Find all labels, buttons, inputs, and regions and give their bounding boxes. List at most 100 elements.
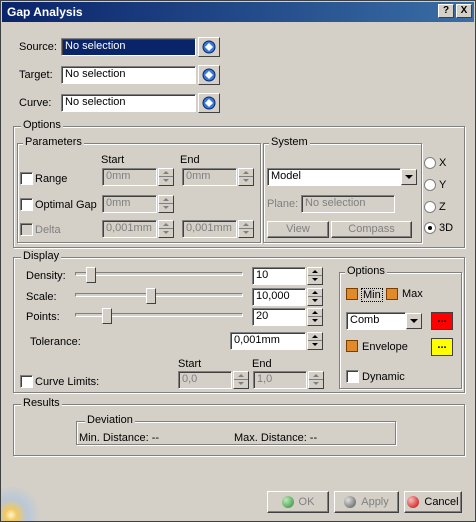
range-checkbox[interactable] <box>20 172 33 185</box>
envelope-color-button[interactable]: ... <box>431 338 453 356</box>
target-field[interactable]: No selection <box>61 66 196 84</box>
envelope-label: Envelope <box>362 341 408 353</box>
close-icon: X <box>460 5 468 16</box>
optimal-gap-checkbox[interactable] <box>20 198 33 211</box>
ok-label: OK <box>298 496 315 508</box>
tolerance-label: Tolerance: <box>30 336 81 348</box>
curve-limits-end-spinner[interactable] <box>308 371 324 389</box>
min-label: Min <box>361 288 383 302</box>
comb-combo[interactable]: Comb <box>346 312 406 330</box>
min-distance-text: Min. Distance: -- <box>79 432 160 444</box>
range-start-field[interactable]: 0mm <box>102 168 157 186</box>
curve-limits-start-header: Start <box>178 358 202 370</box>
decorative-corner <box>1 483 41 521</box>
selection-picker-icon <box>202 40 216 54</box>
axis-3d-label: 3D <box>439 222 454 234</box>
scale-slider-track[interactable] <box>75 293 243 297</box>
dynamic-label: Dynamic <box>362 371 405 383</box>
delta-checkbox[interactable] <box>20 223 33 236</box>
source-label: Source: <box>19 41 57 53</box>
density-label: Density: <box>26 270 66 282</box>
delta-label: Delta <box>35 224 61 236</box>
points-slider-track[interactable] <box>75 313 243 317</box>
axis-y-radio[interactable] <box>424 179 436 191</box>
scale-field[interactable]: 10,000 <box>252 288 306 306</box>
envelope-checkbox[interactable] <box>346 340 358 352</box>
ok-icon <box>281 496 294 509</box>
title-bar: Gap Analysis <box>2 2 474 22</box>
cancel-button[interactable]: Cancel <box>404 491 462 513</box>
ok-button[interactable]: OK <box>267 491 329 513</box>
optimal-gap-field[interactable]: 0mm <box>102 195 157 213</box>
system-type-dropdown-button[interactable] <box>401 169 417 185</box>
apply-button[interactable]: Apply <box>334 491 399 513</box>
parameters-end-header: End <box>180 154 200 166</box>
options-group-label: Options <box>21 119 63 131</box>
max-label: Max <box>402 288 423 300</box>
axis-x-radio[interactable] <box>424 157 436 169</box>
comb-color-button[interactable]: ... <box>431 312 453 330</box>
deviation-group-label: Deviation <box>85 414 135 426</box>
scale-spinner[interactable] <box>307 288 323 306</box>
points-label: Points: <box>26 311 60 323</box>
results-group-label: Results <box>21 397 62 409</box>
tolerance-spinner[interactable] <box>307 332 323 350</box>
points-field[interactable]: 20 <box>252 308 306 326</box>
close-button[interactable]: X <box>456 4 472 18</box>
help-icon: ? <box>442 5 450 16</box>
cancel-label: Cancel <box>424 496 459 508</box>
curve-label: Curve: <box>19 97 52 109</box>
display-options-label: Options <box>345 265 387 277</box>
comb-dropdown-button[interactable] <box>406 313 422 329</box>
min-checkbox[interactable] <box>346 288 358 300</box>
max-checkbox[interactable] <box>386 288 398 300</box>
axis-3d-radio[interactable] <box>424 222 436 234</box>
gap-analysis-dialog: Gap Analysis ? X Source: No selection Ta… <box>0 0 476 522</box>
delta-start-spinner[interactable] <box>158 220 174 238</box>
optimal-gap-label: Optimal Gap <box>35 199 97 211</box>
range-label: Range <box>35 173 68 185</box>
apply-label: Apply <box>361 496 389 508</box>
delta-end-field[interactable]: 0,001mm <box>182 220 237 238</box>
view-button[interactable]: View <box>267 221 329 238</box>
target-picker-button[interactable] <box>198 65 220 85</box>
system-group-label: System <box>269 136 310 148</box>
plane-field[interactable]: No selection <box>301 195 395 213</box>
density-slider-thumb[interactable] <box>86 267 97 283</box>
curve-limits-label: Curve Limits: <box>35 376 100 388</box>
cancel-icon <box>407 496 420 509</box>
points-slider-thumb[interactable] <box>101 308 112 324</box>
delta-start-field[interactable]: 0,001mm <box>102 220 157 238</box>
delta-end-spinner[interactable] <box>238 220 254 238</box>
compass-button[interactable]: Compass <box>331 221 412 238</box>
source-picker-button[interactable] <box>198 37 220 57</box>
curve-limits-end-header: End <box>252 358 272 370</box>
axis-z-label: Z <box>439 201 446 213</box>
source-field[interactable]: No selection <box>61 38 196 56</box>
optimal-gap-spinner[interactable] <box>158 195 174 213</box>
density-spinner[interactable] <box>307 267 323 285</box>
parameters-group-label: Parameters <box>23 136 84 148</box>
curve-picker-button[interactable] <box>198 93 220 113</box>
range-start-spinner[interactable] <box>158 168 174 186</box>
points-spinner[interactable] <box>307 308 323 326</box>
curve-limits-checkbox[interactable] <box>20 375 33 388</box>
range-end-field[interactable]: 0mm <box>182 168 237 186</box>
curve-limits-start-field[interactable]: 0,0 <box>178 371 232 389</box>
curve-limits-end-field[interactable]: 1,0 <box>253 371 307 389</box>
display-group-label: Display <box>21 250 62 262</box>
curve-field[interactable]: No selection <box>61 94 196 112</box>
parameters-start-header: Start <box>101 154 125 166</box>
help-button[interactable]: ? <box>438 4 454 18</box>
density-field[interactable]: 10 <box>252 267 306 285</box>
window-title: Gap Analysis <box>7 5 83 19</box>
axis-z-radio[interactable] <box>424 201 436 213</box>
tolerance-field[interactable]: 0,001mm <box>230 332 306 350</box>
scale-slider-thumb[interactable] <box>146 288 157 304</box>
range-end-spinner[interactable] <box>238 168 254 186</box>
apply-icon <box>344 496 357 509</box>
curve-limits-start-spinner[interactable] <box>233 371 249 389</box>
density-slider-track[interactable] <box>75 272 243 276</box>
dynamic-checkbox[interactable] <box>346 370 359 383</box>
system-type-combo[interactable]: Model <box>267 168 401 186</box>
